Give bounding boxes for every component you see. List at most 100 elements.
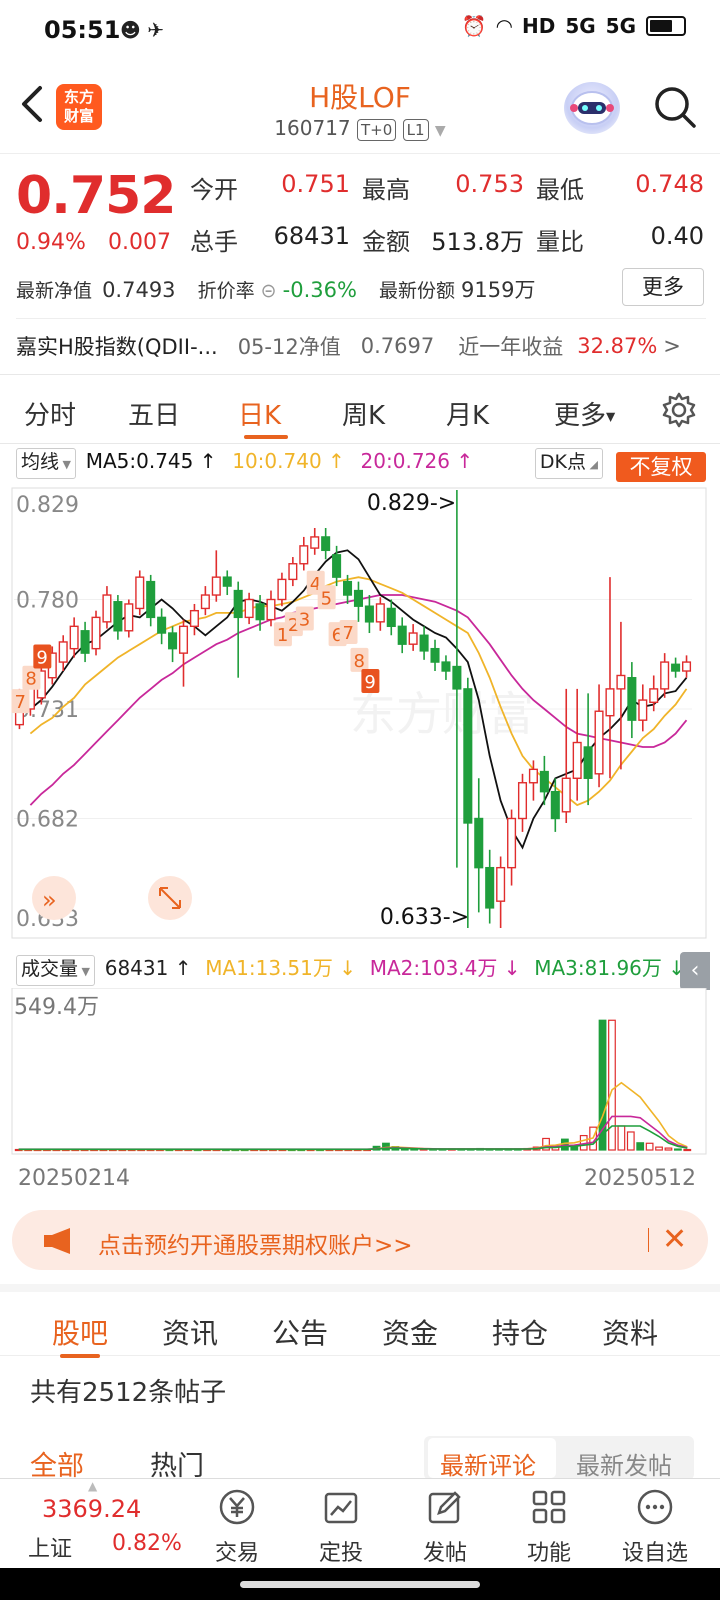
nav-add-watchlist[interactable]: 设自选	[610, 1487, 700, 1567]
candle-body	[69, 625, 79, 650]
last-price: 0.752	[16, 166, 176, 226]
gear-icon[interactable]	[660, 391, 698, 429]
dk-mark: 8	[22, 665, 41, 690]
candle-body	[211, 576, 221, 596]
nav-trade[interactable]: 交易	[192, 1487, 282, 1567]
tab-funds[interactable]: 资金	[382, 1312, 438, 1352]
dk-mark: 3	[295, 606, 314, 631]
nav-fixed-investment[interactable]: 定投	[296, 1487, 386, 1567]
indicator-select[interactable]: 均线 ▼	[16, 448, 76, 479]
share-label: 最新份额	[378, 280, 455, 302]
home-indicator[interactable]	[240, 1581, 480, 1588]
low-value: 0.748	[635, 170, 704, 198]
sort-latest-comment[interactable]: 最新评论	[440, 1446, 536, 1481]
volume-bar	[645, 1142, 654, 1151]
tab-holdings[interactable]: 持仓	[492, 1312, 548, 1352]
candle-body	[233, 589, 243, 619]
options-account-banner[interactable]: 点击预约开通股票期权账户>> ✕	[12, 1210, 708, 1270]
volume-bar	[655, 1146, 663, 1151]
candle-body	[146, 580, 156, 619]
candle-body	[605, 688, 615, 717]
robot-assistant-icon[interactable]	[564, 82, 620, 134]
volume-bar	[560, 1138, 569, 1151]
volume-chart[interactable]: 549.4万	[0, 988, 720, 1156]
candle-body	[649, 688, 659, 703]
candle-body	[168, 632, 178, 650]
candle-body	[583, 746, 593, 779]
candle-body	[157, 616, 167, 634]
tab-news[interactable]: 资讯	[162, 1312, 218, 1352]
alarm-icon: ⏰	[461, 14, 487, 38]
dk-point-select[interactable]: DK点 ◢	[534, 448, 603, 479]
content-tabs: 股吧 资讯 公告 资金 持仓 资料	[0, 1284, 720, 1358]
volume-current: 68431 ↑	[104, 956, 192, 980]
volume-indicator-select[interactable]: 成交量 ▼	[16, 955, 95, 986]
kline-chart[interactable]: 东方财富 0.8290.7800.7310.6820.633 7891 2 3456…	[0, 480, 720, 950]
candle-body	[255, 603, 265, 621]
candle-body	[102, 594, 112, 623]
svg-text:»: »	[42, 886, 57, 914]
candle-body	[528, 768, 538, 784]
info-icon[interactable]: ⊝	[261, 280, 277, 302]
tab-five-day[interactable]: 五日	[128, 395, 180, 432]
tracking-index-row[interactable]: 嘉实H股指数(QDII-... 05-12净值 0.7697 近一年收益 32.…	[16, 318, 706, 372]
open-value: 0.751	[281, 170, 350, 198]
chart-period-tabs: 分时 五日 日K 周K 月K 更多▼	[0, 374, 720, 444]
signal-5g-icon: 5G	[605, 14, 636, 38]
expand-left-icon[interactable]: »	[32, 876, 76, 920]
candle-body	[572, 741, 582, 779]
candle-body	[561, 777, 571, 813]
nav-post[interactable]: 发帖	[400, 1487, 490, 1567]
candle-body	[332, 554, 342, 578]
candle-body	[321, 536, 331, 552]
more-button[interactable]: 更多	[622, 268, 704, 306]
volume-bar	[570, 1146, 579, 1151]
candle-body	[430, 647, 440, 663]
collapse-panel-button[interactable]: ‹	[680, 952, 710, 990]
candle-body	[397, 625, 407, 645]
price-axis-label: 0.682	[16, 808, 79, 833]
volume-value: 68431	[273, 222, 350, 250]
wifi-icon: ◠	[496, 14, 512, 38]
index-value[interactable]: 3369.24	[42, 1495, 141, 1523]
volume-bar	[683, 1148, 692, 1152]
fullscreen-icon[interactable]	[148, 876, 192, 920]
tab-monthly-k[interactable]: 月K	[446, 395, 489, 432]
tab-weekly-k[interactable]: 周K	[342, 395, 385, 432]
adjust-mode-button[interactable]: 不复权	[616, 452, 706, 482]
candle-body	[310, 536, 320, 549]
dk-mark-label: 7	[14, 692, 25, 713]
tab-more[interactable]: 更多▼	[554, 395, 615, 432]
volume-axis-label: 549.4万	[14, 995, 99, 1020]
dk-mark: 9	[33, 644, 52, 669]
search-icon[interactable]	[652, 84, 698, 130]
status-bar: 05:51 ☻ ✈ ⏰ ◠ HD 5G 5G	[0, 0, 720, 64]
candle-body	[452, 665, 462, 690]
volume-bar	[636, 1142, 645, 1151]
nav-functions[interactable]: 功能	[504, 1487, 594, 1567]
megaphone-icon	[44, 1228, 70, 1254]
amount-label: 金额	[362, 228, 410, 256]
candle-body	[91, 616, 101, 650]
price-axis-label: 0.780	[16, 589, 79, 614]
more-dots-icon	[637, 1489, 673, 1525]
candle-body	[266, 598, 276, 621]
candle-body	[550, 790, 560, 820]
candle-body	[638, 699, 648, 721]
candle-body	[222, 576, 232, 587]
tab-daily-k[interactable]: 日K	[238, 395, 281, 432]
tab-announcements[interactable]: 公告	[272, 1312, 328, 1352]
volume-label: 总手	[190, 228, 238, 256]
tab-intraday[interactable]: 分时	[24, 395, 76, 432]
candle-body	[343, 580, 353, 596]
tab-profile[interactable]: 资料	[602, 1312, 658, 1352]
watermark: 东方财富	[350, 687, 534, 741]
tab-guba[interactable]: 股吧	[52, 1312, 108, 1352]
nav-info-row: 最新净值 0.7493 折价率 ⊝ -0.36% 最新份额 9159万	[16, 274, 535, 304]
close-icon[interactable]: ✕	[662, 1222, 687, 1257]
sort-latest-post[interactable]: 最新发帖	[576, 1446, 672, 1481]
t0-tag: T+0	[357, 119, 397, 141]
candle-body	[200, 594, 210, 610]
ma-legend-row: 均线 ▼ MA5:0.745 ↑ 10:0.740 ↑ 20:0.726 ↑ D…	[16, 448, 706, 479]
volume-bar	[626, 1131, 635, 1151]
